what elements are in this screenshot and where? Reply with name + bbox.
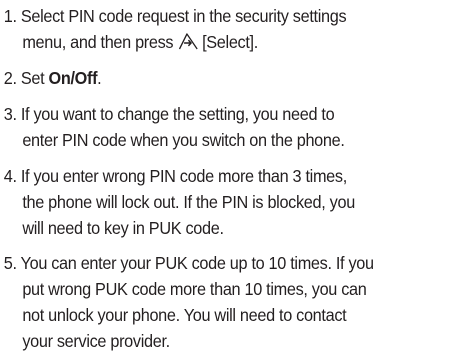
step-4-line-2: the phone will lock out. If the PIN is b…	[22, 192, 355, 212]
step-3: 3. If you want to change the setting, yo…	[4, 101, 460, 153]
step-text: .	[97, 68, 102, 88]
step-5-line-1: 5. You can enter your PUK code up to 10 …	[4, 250, 460, 276]
step-2: 2. Set On/Off.	[4, 65, 460, 91]
step-text: Set	[20, 68, 45, 88]
step-3-line-1: 3. If you want to change the setting, yo…	[4, 101, 460, 127]
step-5-line-2: put wrong PUK code more than 10 times, y…	[22, 279, 367, 299]
step-3-line-2: enter PIN code when you switch on the ph…	[22, 130, 345, 150]
step-text: If you want to change the setting, you n…	[20, 104, 335, 124]
step-4: 4. If you enter wrong PIN code more than…	[4, 163, 460, 241]
right-softkey-icon	[177, 32, 199, 52]
step-number: 5.	[3, 253, 17, 273]
step-text: Select PIN code request in the security …	[20, 6, 347, 26]
step-1-line-1: 1. Select PIN code request in the securi…	[4, 3, 460, 29]
step-text: You can enter your PUK code up to 10 tim…	[20, 253, 374, 273]
instructions-page: 1. Select PIN code request in the securi…	[0, 0, 428, 353]
on-off-setting: On/Off	[48, 68, 98, 88]
step-number: 2.	[3, 68, 17, 88]
step-text: If you enter wrong PIN code more than 3 …	[20, 166, 347, 186]
step-number: 4.	[3, 166, 17, 186]
step-2-line-1: 2. Set On/Off.	[4, 65, 460, 91]
step-5: 5. You can enter your PUK code up to 10 …	[4, 250, 460, 354]
step-5-line-3: not unlock your phone. You will need to …	[22, 305, 347, 325]
step-1-line-2: menu, and then press [Select].	[4, 29, 460, 55]
step-4-line-1: 4. If you enter wrong PIN code more than…	[4, 163, 460, 189]
step-5-line-4: your service provider.	[22, 331, 170, 351]
step-number: 3.	[3, 104, 17, 124]
step-text: [Select].	[202, 32, 258, 52]
step-4-line-3: will need to key in PUK code.	[22, 218, 224, 238]
step-number: 1.	[3, 6, 17, 26]
step-1: 1. Select PIN code request in the securi…	[4, 3, 460, 55]
step-text: menu, and then press	[22, 32, 174, 52]
